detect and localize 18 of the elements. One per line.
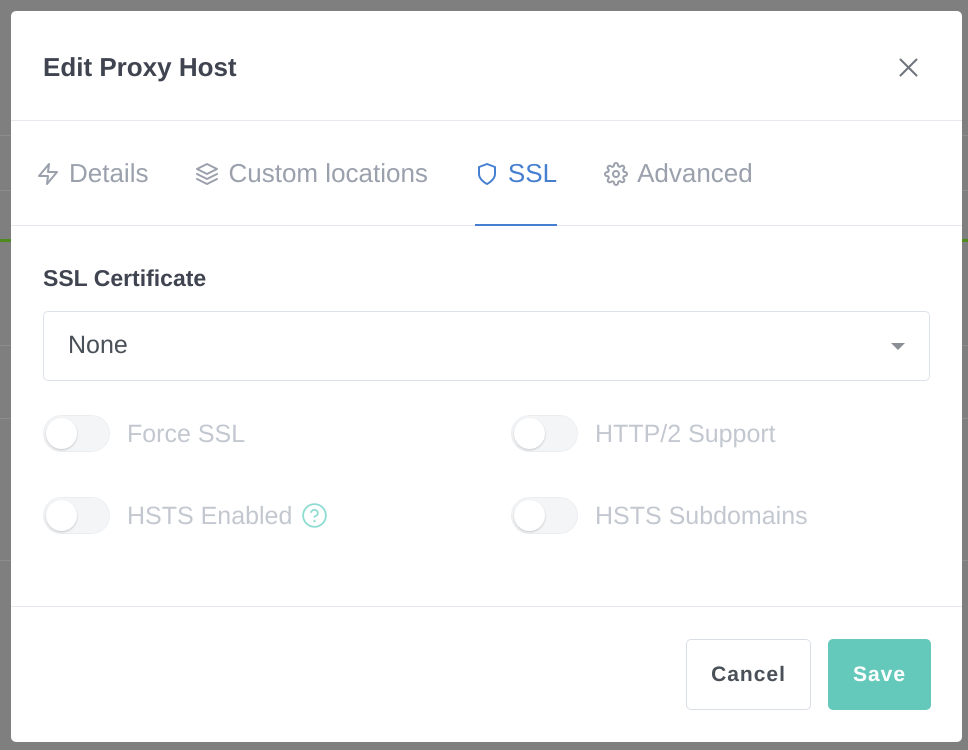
tab[interactable]: Advanced [604,121,753,226]
caret-icon [891,342,905,350]
option-label: HTTP/2 Support [595,418,776,448]
gear-icon [604,162,628,186]
option-label: HSTS Subdomains [595,500,808,530]
tab[interactable]: SSL [474,121,558,226]
bolt-icon [36,162,60,186]
dialog-title: Edit Proxy Host [43,52,237,84]
close-icon[interactable] [899,58,918,77]
layers-icon [195,162,220,186]
tab[interactable]: Details [36,121,148,226]
save-button[interactable]: Save [828,639,931,710]
option-label: Force SSL [127,418,246,448]
cancel-button[interactable]: Cancel [686,639,811,710]
field-label: SSL Certificate [43,264,208,292]
tab[interactable]: Custom locations [195,121,428,226]
option-label: HSTS Enabled [127,500,292,530]
certificate-select[interactable]: None [43,311,930,381]
